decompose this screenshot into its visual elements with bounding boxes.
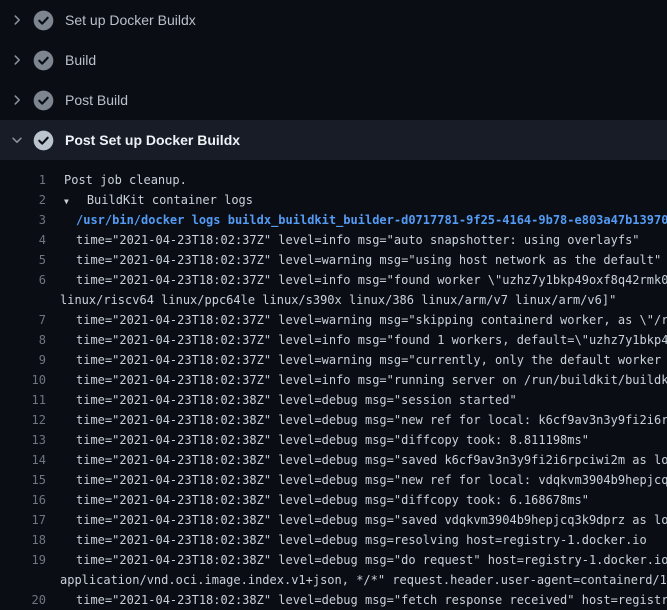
log-text: time="2021-04-23T18:02:38Z" level=debug … xyxy=(58,490,589,510)
log-text: time="2021-04-23T18:02:37Z" level=info m… xyxy=(58,370,667,390)
line-number[interactable]: 6 xyxy=(0,270,46,290)
line-number[interactable]: 2 xyxy=(0,190,46,210)
log-text: time="2021-04-23T18:02:37Z" level=info m… xyxy=(58,270,667,290)
job-steps-panel: Set up Docker Buildx Build P xyxy=(0,0,667,610)
log-text: time="2021-04-23T18:02:37Z" level=info m… xyxy=(58,230,640,250)
line-number[interactable]: 10 xyxy=(0,370,46,390)
line-number[interactable]: 4 xyxy=(0,230,46,250)
chevron-icon[interactable] xyxy=(10,13,24,27)
log-line: 20 time="2021-04-23T18:02:38Z" level=deb… xyxy=(0,590,667,610)
log-text: BuildKit container logs xyxy=(87,190,253,210)
log-line: application/vnd.oci.image.index.v1+json,… xyxy=(0,570,667,590)
log-line: 11 time="2021-04-23T18:02:38Z" level=deb… xyxy=(0,390,667,410)
log-line: 4 time="2021-04-23T18:02:37Z" level=info… xyxy=(0,230,667,250)
log-line: 6 time="2021-04-23T18:02:37Z" level=info… xyxy=(0,270,667,290)
log-line: 16 time="2021-04-23T18:02:38Z" level=deb… xyxy=(0,490,667,510)
line-number[interactable]: 13 xyxy=(0,430,46,450)
check-circle-icon xyxy=(33,50,54,71)
log-line: 15 time="2021-04-23T18:02:38Z" level=deb… xyxy=(0,470,667,490)
section-row-post-build[interactable]: Post Build xyxy=(0,80,667,120)
check-circle-icon xyxy=(33,10,54,31)
log-text: time="2021-04-23T18:02:38Z" level=debug … xyxy=(58,530,647,550)
log-text: time="2021-04-23T18:02:38Z" level=debug … xyxy=(58,450,667,470)
section-row-post-set-up-docker-buildx[interactable]: Post Set up Docker Buildx xyxy=(0,120,667,160)
line-number[interactable]: 3 xyxy=(0,210,46,230)
chevron-icon[interactable] xyxy=(10,133,24,147)
section-label: Post Build xyxy=(65,92,128,108)
check-circle-icon xyxy=(33,130,54,151)
check-circle-icon xyxy=(33,90,54,111)
line-number[interactable]: 12 xyxy=(0,410,46,430)
log-line: 3 /usr/bin/docker logs buildx_buildkit_b… xyxy=(0,210,667,230)
chevron-icon[interactable] xyxy=(10,53,24,67)
line-number[interactable]: 18 xyxy=(0,530,46,550)
log-line: 2 ▼ BuildKit container logs xyxy=(0,190,667,210)
log-text: time="2021-04-23T18:02:38Z" level=debug … xyxy=(58,410,667,430)
log-text: time="2021-04-23T18:02:38Z" level=debug … xyxy=(58,550,667,570)
line-number[interactable]: 20 xyxy=(0,590,46,610)
log-text: Post job cleanup. xyxy=(58,170,187,190)
chevron-icon[interactable] xyxy=(10,93,24,107)
log-text: linux/riscv64 linux/ppc64le linux/s390x … xyxy=(58,290,616,310)
log-line: 9 time="2021-04-23T18:02:37Z" level=warn… xyxy=(0,350,667,370)
line-number[interactable]: 1 xyxy=(0,170,46,190)
group-toggle-icon[interactable]: ▼ xyxy=(64,192,69,210)
line-number[interactable]: 9 xyxy=(0,350,46,370)
log-text: time="2021-04-23T18:02:38Z" level=debug … xyxy=(58,390,517,410)
log-line: 10 time="2021-04-23T18:02:37Z" level=inf… xyxy=(0,370,667,390)
log-line: 5 time="2021-04-23T18:02:37Z" level=warn… xyxy=(0,250,667,270)
section-label: Set up Docker Buildx xyxy=(65,12,196,28)
line-number[interactable]: 16 xyxy=(0,490,46,510)
log-text: time="2021-04-23T18:02:38Z" level=debug … xyxy=(58,430,589,450)
line-number[interactable]: 17 xyxy=(0,510,46,530)
log-line: 12 time="2021-04-23T18:02:38Z" level=deb… xyxy=(0,410,667,430)
log-viewer: 1 Post job cleanup. 2 ▼ BuildKit containe… xyxy=(0,160,667,610)
line-number[interactable]: 7 xyxy=(0,310,46,330)
log-text: time="2021-04-23T18:02:37Z" level=info m… xyxy=(58,330,667,350)
log-line: 19 time="2021-04-23T18:02:38Z" level=deb… xyxy=(0,550,667,570)
log-line: 8 time="2021-04-23T18:02:37Z" level=info… xyxy=(0,330,667,350)
log-text: time="2021-04-23T18:02:37Z" level=warnin… xyxy=(58,350,667,370)
log-line: 18 time="2021-04-23T18:02:38Z" level=deb… xyxy=(0,530,667,550)
log-line: 13 time="2021-04-23T18:02:38Z" level=deb… xyxy=(0,430,667,450)
log-line: linux/riscv64 linux/ppc64le linux/s390x … xyxy=(0,290,667,310)
step-sections: Set up Docker Buildx Build P xyxy=(0,0,667,160)
log-text: /usr/bin/docker logs buildx_buildkit_bui… xyxy=(58,210,667,230)
line-number[interactable]: 15 xyxy=(0,470,46,490)
section-label: Build xyxy=(65,52,96,68)
log-line: 1 Post job cleanup. xyxy=(0,170,667,190)
log-text: time="2021-04-23T18:02:38Z" level=debug … xyxy=(58,470,667,490)
log-text: time="2021-04-23T18:02:38Z" level=debug … xyxy=(58,590,667,610)
section-row-set-up-docker-buildx[interactable]: Set up Docker Buildx xyxy=(0,0,667,40)
log-text: time="2021-04-23T18:02:37Z" level=warnin… xyxy=(58,250,661,270)
line-number[interactable]: 5 xyxy=(0,250,46,270)
log-line: 7 time="2021-04-23T18:02:37Z" level=warn… xyxy=(0,310,667,330)
log-text: time="2021-04-23T18:02:37Z" level=warnin… xyxy=(58,310,667,330)
line-number[interactable]: 19 xyxy=(0,550,46,570)
line-number[interactable]: 14 xyxy=(0,450,46,470)
section-label: Post Set up Docker Buildx xyxy=(65,132,240,148)
log-text: application/vnd.oci.image.index.v1+json,… xyxy=(58,570,667,590)
log-line: 17 time="2021-04-23T18:02:38Z" level=deb… xyxy=(0,510,667,530)
section-row-build[interactable]: Build xyxy=(0,40,667,80)
log-text: time="2021-04-23T18:02:38Z" level=debug … xyxy=(58,510,667,530)
line-number[interactable]: 11 xyxy=(0,390,46,410)
line-number[interactable]: 8 xyxy=(0,330,46,350)
log-line: 14 time="2021-04-23T18:02:38Z" level=deb… xyxy=(0,450,667,470)
